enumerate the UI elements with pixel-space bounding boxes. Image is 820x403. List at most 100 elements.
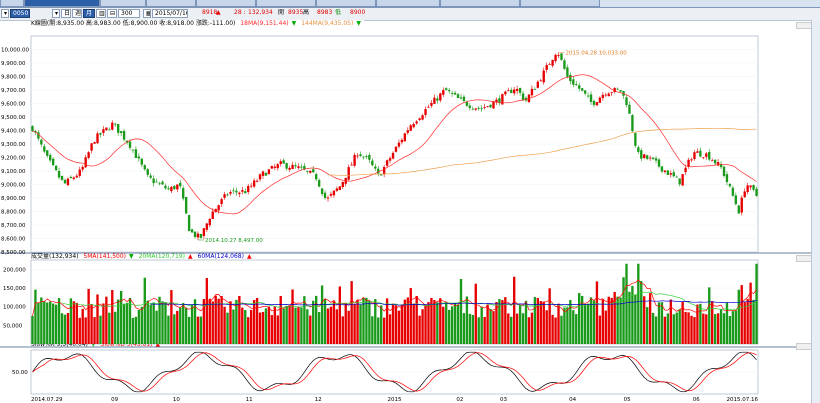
candle-body (453, 92, 457, 95)
workspace-tab[interactable] (316, 0, 376, 7)
volume-bar (447, 309, 451, 344)
volume-bar (223, 306, 226, 344)
volume-bar (385, 298, 389, 344)
stock-chart[interactable]: 10,000.00 9,900.00 9,800.00 9,700.00 9,600.0… (0, 20, 812, 403)
volume-bar (716, 313, 720, 344)
candle-body (66, 178, 70, 186)
price-tick-label: 9,600.00 (1, 102, 26, 108)
candle-body (380, 174, 383, 176)
symbol-field[interactable]: 0050 (10, 9, 30, 18)
volume-bar (492, 311, 495, 344)
volume-bar (391, 303, 395, 344)
volume-bar (96, 294, 99, 344)
candle-body (513, 89, 516, 94)
candle-body (326, 197, 330, 199)
volume-bar (102, 303, 105, 344)
volume-bar (752, 299, 755, 344)
chart-type-button[interactable]: ▥ (96, 9, 106, 18)
workspace-tab[interactable] (146, 0, 196, 7)
period-button[interactable]: 週 (72, 9, 82, 18)
candle-body (530, 88, 534, 96)
candle-body (382, 167, 386, 175)
price-tick-label: 8,700.00 (1, 223, 26, 229)
volume-bar (176, 310, 179, 344)
volume-bar (527, 317, 531, 344)
volume-bar (211, 301, 214, 344)
candle-body (255, 180, 259, 182)
volume-bar (303, 296, 306, 344)
volume-bar (249, 309, 253, 344)
workspace-tab[interactable] (440, 0, 520, 7)
candle-body (711, 160, 714, 162)
workspace-tab[interactable] (256, 0, 316, 7)
candle-body (184, 196, 188, 214)
candle-body (368, 155, 371, 160)
symbol-dropdown-icon[interactable]: ▾ (52, 9, 60, 18)
candle-body (654, 158, 658, 161)
volume-bar (226, 312, 229, 344)
zoom-button[interactable]: ⊟ (107, 9, 117, 18)
volume-bar (63, 314, 67, 344)
volume-bar (400, 304, 404, 344)
workspace-tab[interactable] (0, 0, 24, 7)
candle-body (563, 60, 566, 69)
candle-body (447, 90, 451, 92)
volume-bar (187, 316, 191, 344)
volume-bar (575, 314, 578, 344)
volume-bar (654, 316, 658, 344)
period-button[interactable]: 日 (61, 9, 71, 18)
candle-body (176, 184, 179, 190)
workspace-tab[interactable] (100, 0, 146, 7)
bar-count-field[interactable]: 300 (118, 9, 140, 18)
volume-bar (111, 290, 114, 344)
volume-bar (702, 313, 705, 344)
volume-bar (518, 304, 522, 344)
menu-dropdown-button[interactable]: ▾ (1, 9, 9, 18)
candle-body (666, 170, 670, 175)
volume-bar (453, 303, 457, 344)
volume-bar (297, 306, 300, 344)
calendar-icon[interactable]: ▦ (143, 9, 151, 18)
candle-body (102, 129, 105, 133)
candle-body (279, 161, 282, 165)
volume-bar (722, 313, 726, 344)
volume-bar (672, 314, 675, 344)
volume-bar (542, 301, 545, 344)
volume-bar (119, 290, 123, 344)
period-button-active[interactable]: 月 (83, 9, 95, 18)
vertical-scrollbar[interactable] (811, 20, 820, 403)
workspace-tab-active[interactable] (24, 0, 100, 7)
candle-body (315, 174, 318, 180)
candle-body (146, 169, 149, 175)
date-field[interactable]: 2015/07/16 (152, 9, 188, 18)
volume-bar (456, 304, 460, 344)
volume-bar (264, 308, 268, 344)
candle-body (341, 182, 344, 188)
volume-bar (173, 314, 176, 344)
candle-body (40, 139, 43, 145)
workspace-tab[interactable] (376, 0, 440, 7)
candle-body (273, 166, 276, 169)
x-axis-label: 06 (693, 397, 700, 403)
volume-bar (412, 303, 415, 344)
workspace-tab[interactable] (196, 0, 256, 7)
workspace-tab[interactable] (520, 0, 600, 7)
candle-body (93, 142, 96, 144)
candle-body (294, 165, 297, 167)
candle-body (418, 118, 421, 121)
volume-bar (719, 309, 723, 344)
candle-body (359, 154, 362, 156)
volume-bar (637, 263, 640, 344)
volume-bar (663, 316, 667, 344)
candle-body (433, 97, 436, 104)
volume-bar (477, 317, 480, 344)
candle-body (498, 98, 501, 103)
candle-body (645, 155, 649, 159)
volume-bar (595, 281, 599, 344)
candle-body (740, 197, 743, 213)
volume-bar (273, 306, 276, 344)
x-axis-label: 2015.07.16 (727, 397, 759, 403)
volume-bar (152, 302, 155, 344)
candle-body (743, 191, 746, 198)
candle-body (128, 141, 132, 148)
